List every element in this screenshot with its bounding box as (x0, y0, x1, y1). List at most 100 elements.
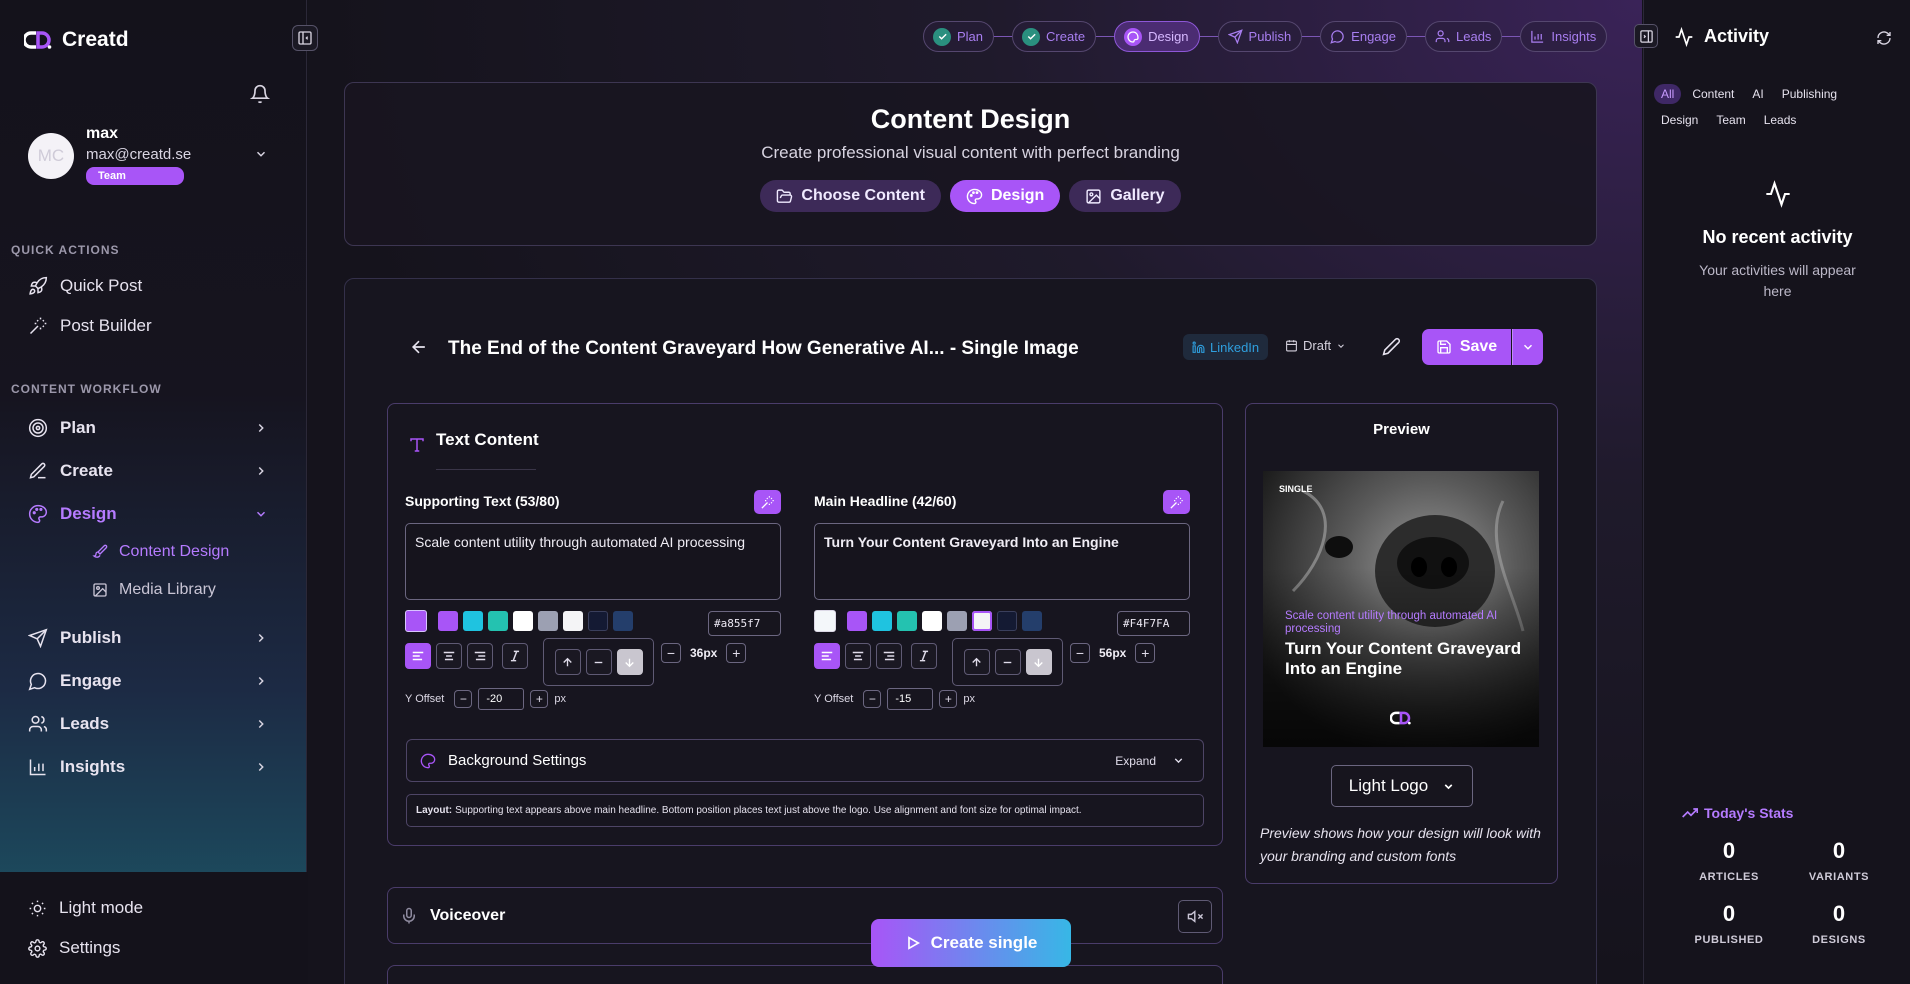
current-color-swatch[interactable] (814, 610, 836, 632)
save-options-button[interactable] (1512, 329, 1543, 365)
step-leads[interactable]: Leads (1425, 21, 1503, 52)
filter-leads[interactable]: Leads (1757, 110, 1804, 130)
position-top-button[interactable] (554, 649, 581, 675)
color-swatch-offwhite[interactable] (563, 611, 583, 631)
nav-create[interactable]: Create (28, 461, 273, 481)
font-size-increase[interactable]: + (1135, 643, 1156, 663)
position-middle-button[interactable] (994, 649, 1021, 675)
filter-ai[interactable]: AI (1745, 84, 1770, 104)
headline-hex-input[interactable]: #F4F7FA (1117, 611, 1190, 636)
nav-publish[interactable]: Publish (28, 628, 273, 648)
filter-team[interactable]: Team (1709, 110, 1752, 130)
align-center-button[interactable] (845, 643, 871, 669)
filter-all[interactable]: All (1654, 84, 1682, 104)
ai-generate-button[interactable] (754, 490, 781, 514)
headline-input[interactable]: Turn Your Content Graveyard Into an Engi… (814, 523, 1190, 600)
position-bottom-button[interactable] (616, 649, 643, 675)
y-offset-decrease[interactable]: − (454, 690, 473, 708)
expand-control[interactable]: Expand (1115, 754, 1185, 768)
nav-quick-post[interactable]: Quick Post (28, 276, 273, 296)
align-center-button[interactable] (436, 643, 462, 669)
preview-image[interactable]: SINGLE Scale content utility through aut… (1263, 471, 1539, 747)
align-left-button[interactable] (405, 643, 431, 669)
platform-badge[interactable]: LinkedIn (1183, 334, 1269, 360)
create-single-button[interactable]: Create single (871, 919, 1071, 967)
font-size-decrease[interactable]: − (661, 643, 681, 663)
chevron-down-icon[interactable] (254, 147, 268, 161)
tab-choose-content[interactable]: Choose Content (760, 180, 941, 212)
notifications-bell-icon[interactable] (249, 84, 274, 108)
position-top-button[interactable] (963, 649, 990, 675)
position-bottom-button[interactable] (1025, 649, 1052, 675)
color-swatch-teal[interactable] (488, 611, 508, 631)
color-swatch-blue[interactable] (613, 611, 633, 631)
y-offset-increase[interactable]: + (530, 690, 549, 708)
background-settings-toggle[interactable]: Background Settings Expand (406, 739, 1204, 782)
magic-wand-icon (761, 495, 774, 509)
sub-content-design[interactable]: Content Design (92, 543, 229, 561)
color-swatch-white[interactable] (922, 611, 942, 631)
font-size-decrease[interactable]: − (1070, 643, 1090, 663)
color-swatch-navy[interactable] (588, 611, 608, 631)
color-swatch-gray[interactable] (538, 611, 558, 631)
color-swatch-offwhite[interactable] (972, 611, 992, 631)
step-insights[interactable]: Insights (1520, 21, 1608, 52)
step-plan[interactable]: Plan (923, 21, 995, 52)
user-profile[interactable]: MC max max@creatd.se Team (28, 125, 278, 185)
sub-media-library[interactable]: Media Library (92, 581, 216, 599)
align-right-button[interactable] (467, 643, 493, 669)
voiceover-panel[interactable]: Voiceover (387, 887, 1223, 944)
step-publish[interactable]: Publish (1217, 21, 1303, 52)
tab-gallery[interactable]: Gallery (1069, 180, 1181, 212)
nav-plan[interactable]: Plan (28, 418, 273, 438)
font-size-increase[interactable]: + (726, 643, 747, 663)
color-swatch-purple[interactable] (438, 611, 458, 631)
color-swatch-navy[interactable] (997, 611, 1017, 631)
filter-publishing[interactable]: Publishing (1775, 84, 1844, 104)
sidebar-collapse-button[interactable] (292, 25, 318, 51)
y-offset-decrease[interactable]: − (863, 690, 882, 708)
refresh-icon[interactable] (1876, 30, 1892, 46)
color-swatch-gray[interactable] (947, 611, 967, 631)
ai-generate-button[interactable] (1163, 490, 1190, 514)
save-button[interactable]: Save (1422, 329, 1511, 365)
supporting-text-input[interactable]: Scale content utility through automated … (405, 523, 781, 600)
y-offset-input[interactable]: -20 (478, 688, 525, 710)
color-swatch-cyan[interactable] (872, 611, 892, 631)
align-right-button[interactable] (876, 643, 902, 669)
nav-label: Post Builder (60, 316, 152, 335)
y-offset-input[interactable]: -15 (887, 688, 934, 710)
nav-post-builder[interactable]: Post Builder (28, 316, 273, 336)
y-offset-increase[interactable]: + (939, 690, 958, 708)
back-arrow-icon[interactable] (409, 337, 429, 357)
color-swatch-teal[interactable] (897, 611, 917, 631)
tab-design[interactable]: Design (949, 180, 1061, 212)
edit-pencil-icon[interactable] (1382, 337, 1401, 356)
filter-design[interactable]: Design (1654, 110, 1705, 130)
align-left-button[interactable] (814, 643, 840, 669)
nav-design[interactable]: Design (28, 504, 273, 524)
logo-select[interactable]: Light Logo (1331, 765, 1473, 807)
step-design[interactable]: Design (1114, 21, 1200, 52)
nav-engage[interactable]: Engage (28, 671, 273, 691)
italic-button[interactable] (502, 643, 528, 669)
current-color-swatch[interactable] (405, 610, 427, 632)
color-swatch-blue[interactable] (1022, 611, 1042, 631)
color-swatch-purple[interactable] (847, 611, 867, 631)
settings-link[interactable]: Settings (28, 938, 120, 958)
supporting-hex-input[interactable]: #a855f7 (708, 611, 781, 636)
step-engage[interactable]: Engage (1320, 21, 1407, 52)
position-middle-button[interactable] (585, 649, 612, 675)
nav-leads[interactable]: Leads (28, 714, 273, 734)
mute-button[interactable] (1178, 900, 1212, 933)
italic-button[interactable] (911, 643, 937, 669)
brand-logo[interactable]: Creatd (24, 28, 129, 52)
step-create[interactable]: Create (1012, 21, 1097, 52)
nav-insights[interactable]: Insights (28, 757, 273, 777)
light-mode-toggle[interactable]: Light mode (28, 898, 143, 918)
activity-panel-toggle[interactable] (1634, 24, 1658, 48)
filter-content[interactable]: Content (1685, 84, 1741, 104)
color-swatch-white[interactable] (513, 611, 533, 631)
status-dropdown[interactable]: Draft (1285, 338, 1346, 353)
color-swatch-cyan[interactable] (463, 611, 483, 631)
